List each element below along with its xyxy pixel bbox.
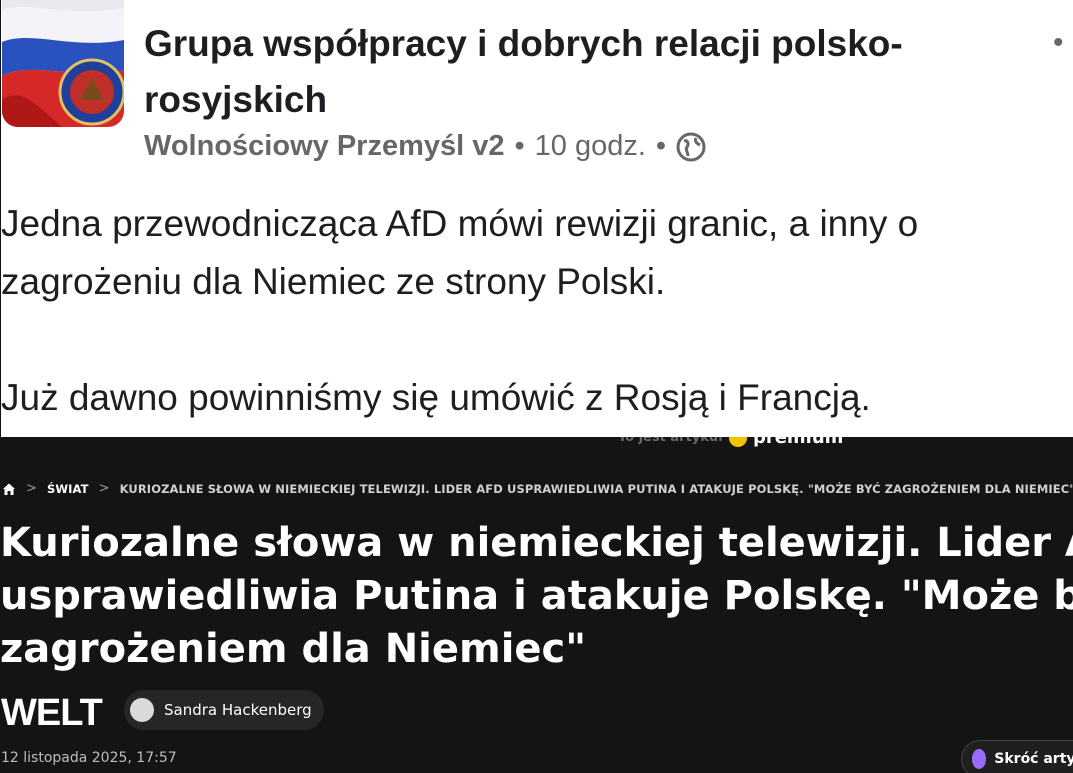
post-time[interactable]: 10 godz.	[535, 130, 646, 163]
breadcrumb-separator: >	[26, 481, 37, 496]
article-date: 12 listopada 2025, 17:57	[1, 750, 177, 766]
article-headline: Kuriozalne słowa w niemieckiej telewizji…	[0, 517, 1073, 676]
author-avatar-icon	[130, 698, 154, 722]
summarize-button[interactable]: Skróć artykuł	[961, 740, 1073, 773]
article-author-name: Sandra Hackenberg	[164, 701, 312, 719]
post-author[interactable]: Wolnościowy Przemyśl v2	[144, 130, 505, 163]
headline-line: Kuriozalne słowa w niemieckiej telewizji…	[0, 520, 1073, 566]
breadcrumb-section[interactable]: ŚWIAT	[47, 482, 89, 496]
breadcrumb-current: KURIOZALNE SŁOWA W NIEMIECKIEJ TELEWIZJI…	[119, 481, 1073, 496]
article-author[interactable]: Sandra Hackenberg	[124, 690, 324, 730]
premium-label: premium	[752, 437, 844, 448]
meta-separator: •	[655, 130, 667, 162]
premium-banner: To jest artykuł premium	[618, 437, 843, 448]
post-text-line: Już dawno powinniśmy się umówić z Rosją …	[1, 377, 871, 418]
breadcrumb-separator: >	[98, 481, 110, 496]
group-avatar-image	[2, 0, 124, 127]
group-avatar[interactable]	[2, 0, 124, 127]
premium-icon	[728, 437, 747, 447]
post-meta: Wolnościowy Przemyśl v2 • 10 godz. •	[144, 130, 706, 163]
group-title[interactable]: Grupa współpracy i dobrych relacji polsk…	[144, 16, 1024, 128]
facebook-post: Grupa współpracy i dobrych relacji polsk…	[0, 0, 1073, 437]
more-options-icon[interactable]: •	[1053, 26, 1064, 60]
summarize-button-label: Skróć artykuł	[994, 751, 1073, 767]
post-text-line: zagrożeniu dla Niemiec ze strony Polski.	[1, 261, 666, 302]
globe-icon	[676, 132, 706, 161]
post-body: Jedna przewodnicząca AfD mówi rewizji gr…	[1, 195, 1073, 427]
post-text-line	[1, 311, 1073, 369]
post-text-line: Jedna przewodnicząca AfD mówi rewizji gr…	[1, 203, 919, 244]
headline-line: zagrożeniem dla Niemiec"	[0, 626, 587, 672]
group-title-line: rosyjskich	[144, 79, 328, 120]
article-screenshot: To jest artykuł premium > ŚWIAT > KURIOZ…	[0, 437, 1073, 773]
welt-logo[interactable]: WELT	[1, 692, 103, 735]
breadcrumb: > ŚWIAT > KURIOZALNE SŁOWA W NIEMIECKIEJ…	[2, 481, 1073, 496]
headline-line: usprawiedliwia Putina i atakuje Polskę. …	[0, 573, 1073, 619]
home-icon[interactable]	[2, 482, 16, 496]
group-title-line: Grupa współpracy i dobrych relacji polsk…	[144, 23, 903, 64]
premium-text: To jest artykuł	[618, 437, 723, 445]
ai-summary-icon	[972, 749, 987, 769]
meta-separator: •	[514, 130, 525, 162]
